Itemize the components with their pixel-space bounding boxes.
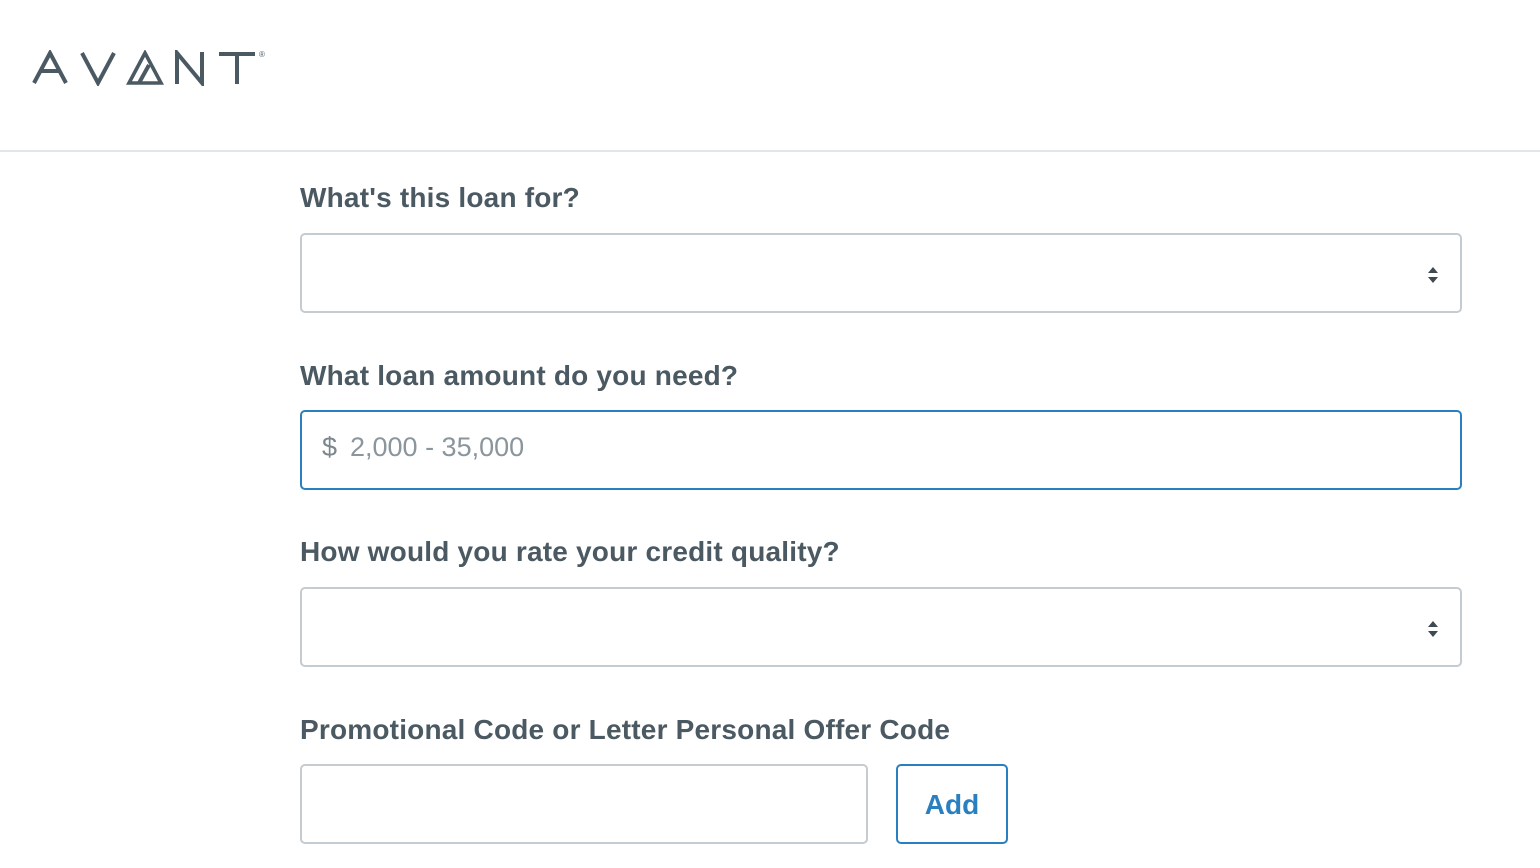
loan-amount-label: What loan amount do you need?	[300, 360, 739, 391]
registered-mark: ®	[259, 50, 265, 59]
loan-amount-placeholder: 2,000 - 35,000	[350, 432, 525, 462]
avant-wordmark-icon	[32, 50, 255, 86]
avant-logo[interactable]: ®	[32, 50, 265, 86]
add-promo-button[interactable]: Add	[896, 764, 1008, 844]
loan-amount-input[interactable]: $ 2,000 - 35,000	[300, 410, 1462, 490]
stepper-arrows-icon	[1428, 267, 1438, 283]
promo-code-label: Promotional Code or Letter Personal Offe…	[300, 714, 951, 745]
currency-symbol: $	[322, 432, 338, 462]
credit-quality-select[interactable]	[300, 587, 1462, 667]
promo-code-input[interactable]	[300, 764, 868, 844]
credit-quality-label: How would you rate your credit quality?	[300, 536, 840, 567]
page-header: ®	[0, 0, 1540, 152]
stepper-arrows-icon	[1428, 621, 1438, 637]
loan-purpose-select[interactable]	[300, 233, 1462, 313]
loan-purpose-label: What's this loan for?	[300, 182, 580, 213]
